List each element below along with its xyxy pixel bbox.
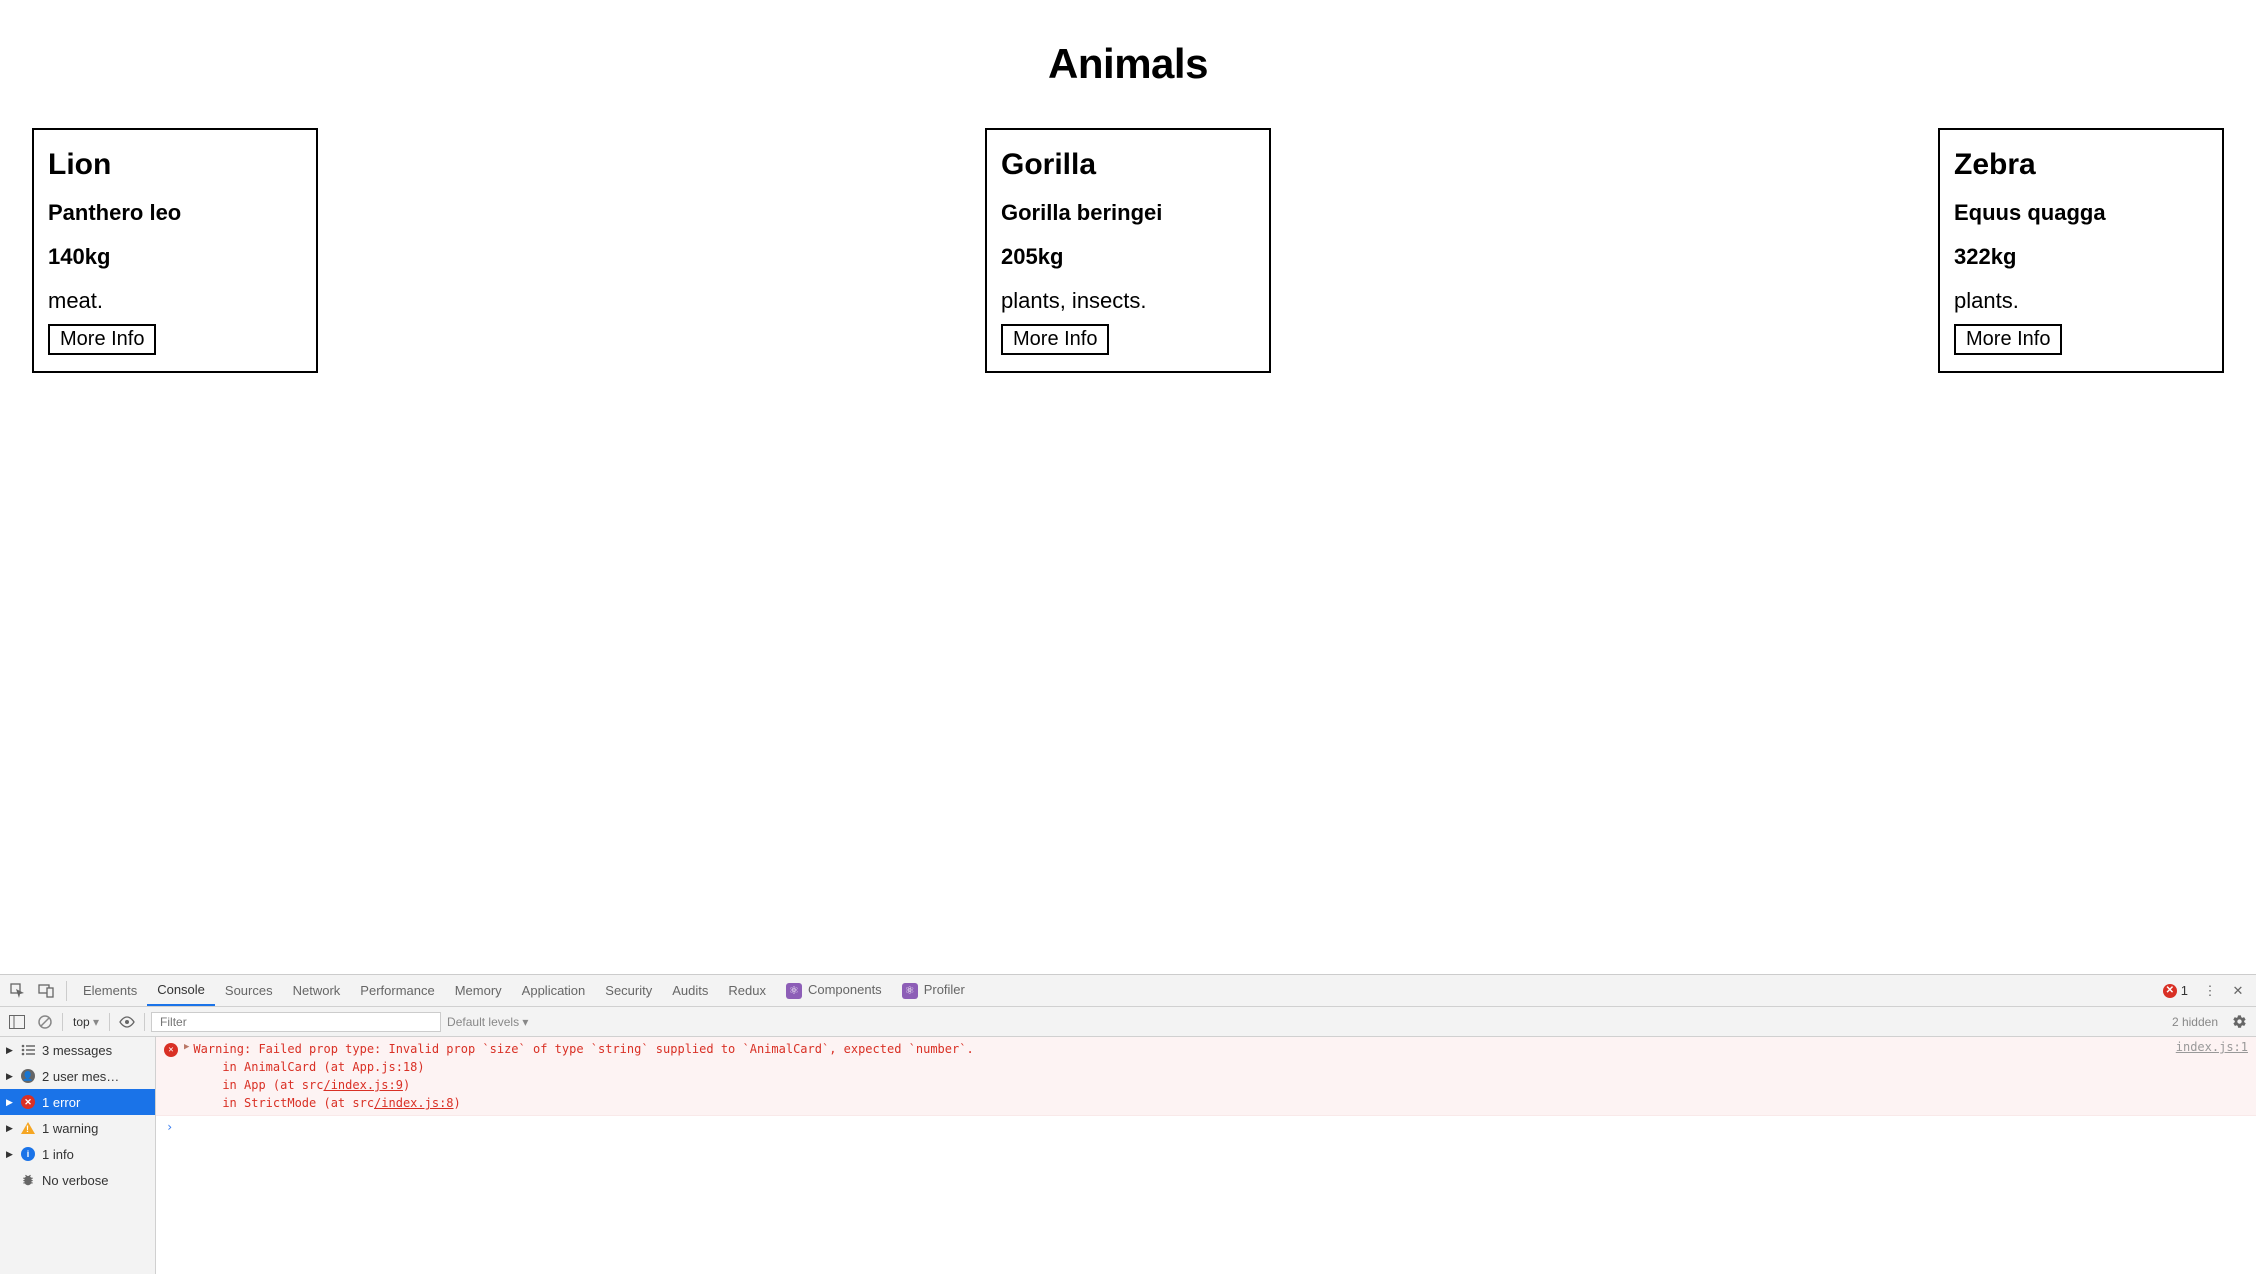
kebab-menu-icon[interactable]: ⋮ <box>2198 979 2222 1003</box>
console-output: ✕ ▶ Warning: Failed prop type: Invalid p… <box>156 1037 2256 1274</box>
console-source-link[interactable]: index.js:1 <box>2176 1040 2248 1054</box>
error-icon: ✕ <box>164 1041 178 1055</box>
page-title: Animals <box>32 40 2224 88</box>
filter-input[interactable] <box>151 1012 441 1032</box>
log-levels-select[interactable]: Default levels ▾ <box>447 1015 528 1029</box>
chevron-right-icon: ▶ <box>6 1071 14 1082</box>
close-icon[interactable]: ✕ <box>2226 979 2250 1003</box>
sidebar-item-label: 1 error <box>42 1095 80 1110</box>
tab-security[interactable]: Security <box>595 976 662 1005</box>
tab-application[interactable]: Application <box>512 976 596 1005</box>
tab-network[interactable]: Network <box>283 976 351 1005</box>
animal-weight: 322kg <box>1954 244 2208 270</box>
animal-diet: plants. <box>1954 288 2208 314</box>
device-toggle-icon[interactable] <box>34 979 58 1003</box>
sidebar-item-label: No verbose <box>42 1173 108 1188</box>
sidebar-item-label: 1 warning <box>42 1121 98 1136</box>
divider <box>66 981 67 1001</box>
chevron-right-icon: ▶ <box>6 1045 14 1056</box>
tab-profiler[interactable]: ⚛Profiler <box>892 975 975 1006</box>
tab-audits[interactable]: Audits <box>662 976 718 1005</box>
sidebar-item-verbose[interactable]: ▶ No verbose <box>0 1167 155 1193</box>
sidebar-item-label: 3 messages <box>42 1043 112 1058</box>
sidebar-item-messages[interactable]: ▶ 3 messages <box>0 1037 155 1063</box>
sidebar-item-user-messages[interactable]: ▶ 👤 2 user mes… <box>0 1063 155 1089</box>
tab-redux[interactable]: Redux <box>718 976 776 1005</box>
console-body: ▶ 3 messages ▶ 👤 2 user mes… ▶ ✕ 1 error… <box>0 1037 2256 1274</box>
gear-icon[interactable] <box>2228 1011 2250 1033</box>
list-icon <box>20 1042 36 1058</box>
bug-icon <box>20 1172 36 1188</box>
sidebar-item-label: 2 user mes… <box>42 1069 119 1084</box>
more-info-button[interactable]: More Info <box>1954 324 2062 355</box>
console-error-row[interactable]: ✕ ▶ Warning: Failed prop type: Invalid p… <box>156 1037 2256 1116</box>
user-icon: 👤 <box>20 1068 36 1084</box>
sidebar-toggle-icon[interactable] <box>6 1011 28 1033</box>
divider <box>62 1013 63 1031</box>
info-icon: i <box>20 1146 36 1162</box>
animal-name: Gorilla <box>1001 148 1255 182</box>
tab-performance[interactable]: Performance <box>350 976 444 1005</box>
animal-diet: plants, insects. <box>1001 288 1255 314</box>
more-info-button[interactable]: More Info <box>1001 324 1109 355</box>
clear-console-icon[interactable] <box>34 1011 56 1033</box>
tab-sources[interactable]: Sources <box>215 976 283 1005</box>
animal-latin: Gorilla beringei <box>1001 200 1255 226</box>
tab-console[interactable]: Console <box>147 975 215 1006</box>
chevron-right-icon: ▶ <box>6 1149 14 1160</box>
sidebar-item-info[interactable]: ▶ i 1 info <box>0 1141 155 1167</box>
animal-weight: 140kg <box>48 244 302 270</box>
error-count: 1 <box>2181 983 2188 998</box>
animal-card: Zebra Equus quagga 322kg plants. More In… <box>1938 128 2224 373</box>
console-message: Warning: Failed prop type: Invalid prop … <box>193 1040 2165 1112</box>
animal-name: Zebra <box>1954 148 2208 182</box>
chevron-right-icon: ▶ <box>6 1097 14 1108</box>
inspect-icon[interactable] <box>6 979 30 1003</box>
tab-memory[interactable]: Memory <box>445 976 512 1005</box>
animal-weight: 205kg <box>1001 244 1255 270</box>
sidebar-item-label: 1 info <box>42 1147 74 1162</box>
animal-latin: Panthero leo <box>48 200 302 226</box>
animal-card: Lion Panthero leo 140kg meat. More Info <box>32 128 318 373</box>
eye-icon[interactable] <box>116 1011 138 1033</box>
chevron-right-icon: ▶ <box>6 1123 14 1134</box>
chevron-right-icon: ▶ <box>184 1042 189 1052</box>
divider <box>144 1013 145 1031</box>
animal-diet: meat. <box>48 288 302 314</box>
animal-latin: Equus quagga <box>1954 200 2208 226</box>
context-select[interactable]: top <box>69 1013 103 1031</box>
sidebar-item-errors[interactable]: ▶ ✕ 1 error <box>0 1089 155 1115</box>
more-info-button[interactable]: More Info <box>48 324 156 355</box>
console-toolbar: top Default levels ▾ 2 hidden <box>0 1007 2256 1037</box>
app-content: Animals Lion Panthero leo 140kg meat. Mo… <box>0 0 2256 393</box>
animal-card: Gorilla Gorilla beringei 205kg plants, i… <box>985 128 1271 373</box>
console-prompt[interactable]: › <box>156 1116 2256 1138</box>
react-icon: ⚛ <box>786 983 802 999</box>
react-icon: ⚛ <box>902 983 918 999</box>
tab-components[interactable]: ⚛Components <box>776 975 892 1006</box>
devtools-panel: Elements Console Sources Network Perform… <box>0 974 2256 1274</box>
tab-elements[interactable]: Elements <box>73 976 147 1005</box>
error-count-badge[interactable]: ✕ 1 <box>2163 983 2188 998</box>
error-icon: ✕ <box>20 1094 36 1110</box>
warning-icon <box>20 1120 36 1136</box>
hidden-count: 2 hidden <box>2172 1015 2218 1029</box>
divider <box>109 1013 110 1031</box>
devtools-tabbar: Elements Console Sources Network Perform… <box>0 975 2256 1007</box>
cards-container: Lion Panthero leo 140kg meat. More Info … <box>32 128 2224 373</box>
animal-name: Lion <box>48 148 302 182</box>
console-sidebar: ▶ 3 messages ▶ 👤 2 user mes… ▶ ✕ 1 error… <box>0 1037 156 1274</box>
error-circle-icon: ✕ <box>2163 984 2177 998</box>
sidebar-item-warnings[interactable]: ▶ 1 warning <box>0 1115 155 1141</box>
